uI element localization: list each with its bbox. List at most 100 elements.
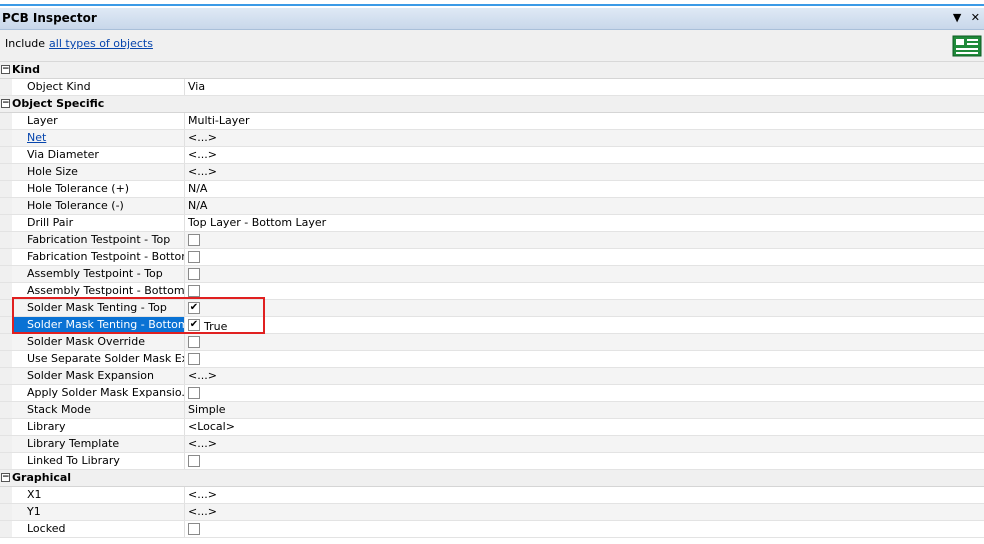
panel-controls: ▼ ✕ (947, 11, 980, 24)
property-name: Object Kind (27, 80, 91, 93)
checkbox[interactable] (188, 251, 200, 263)
property-row-drill-pair[interactable]: Drill Pair Top Layer - Bottom Layer (0, 215, 984, 232)
property-row-object-kind[interactable]: Object Kind Via (0, 79, 984, 96)
property-name: Stack Mode (27, 403, 91, 416)
checkbox[interactable] (188, 353, 200, 365)
property-row-library-template[interactable]: Library Template <...> (0, 436, 984, 453)
row-gutter (0, 385, 12, 401)
property-row-fab-testpoint-top[interactable]: Fabrication Testpoint - Top (0, 232, 984, 249)
property-name: Assembly Testpoint - Bottom (27, 284, 184, 297)
row-gutter (0, 317, 12, 333)
property-row-asm-testpoint-bottom[interactable]: Assembly Testpoint - Bottom (0, 283, 984, 300)
row-gutter (0, 436, 12, 452)
property-name: Solder Mask Override (27, 335, 145, 348)
property-value[interactable]: <Local> (188, 420, 235, 433)
row-gutter (0, 419, 12, 435)
property-row-apply-solder-mask-expansion[interactable]: Apply Solder Mask Expansio... (0, 385, 984, 402)
panel-title: PCB Inspector (2, 11, 97, 25)
row-gutter (0, 249, 12, 265)
row-gutter (0, 521, 12, 537)
property-name: Hole Size (27, 165, 78, 178)
pin-menu-icon[interactable]: ▼ (953, 11, 961, 24)
row-gutter (0, 181, 12, 197)
checkbox-checked[interactable]: ✔ (188, 319, 200, 331)
property-name: Locked (27, 522, 66, 535)
row-gutter (0, 147, 12, 163)
property-value[interactable]: N/A (188, 182, 207, 195)
category-object-specific[interactable]: − Object Specific (0, 96, 984, 113)
category-label: Object Specific (12, 97, 105, 110)
net-link[interactable]: Net (27, 131, 184, 144)
checkbox[interactable] (188, 234, 200, 246)
property-value[interactable]: Multi-Layer (188, 114, 250, 127)
property-name: Y1 (27, 505, 41, 518)
property-value[interactable]: <...> (188, 165, 217, 178)
close-icon[interactable]: ✕ (971, 11, 980, 24)
property-row-via-diameter[interactable]: Via Diameter <...> (0, 147, 984, 164)
property-row-solder-mask-expansion[interactable]: Solder Mask Expansion <...> (0, 368, 984, 385)
property-value[interactable]: <...> (188, 505, 217, 518)
property-row-stack-mode[interactable]: Stack Mode Simple (0, 402, 984, 419)
property-row-library[interactable]: Library <Local> (0, 419, 984, 436)
column-divider (184, 113, 185, 129)
include-filter-bar: Include all types of objects (0, 30, 984, 62)
row-gutter (0, 130, 12, 146)
column-divider (184, 79, 185, 95)
row-gutter (0, 334, 12, 350)
checkbox-checked[interactable]: ✔ (188, 302, 200, 314)
property-row-y1[interactable]: Y1 <...> (0, 504, 984, 521)
collapse-icon[interactable]: − (1, 99, 10, 108)
property-name: Library (27, 420, 66, 433)
property-value[interactable]: <...> (188, 488, 217, 501)
category-graphical[interactable]: − Graphical (0, 470, 984, 487)
column-divider (184, 215, 185, 231)
property-value[interactable]: Top Layer - Bottom Layer (188, 216, 326, 229)
column-divider (184, 164, 185, 180)
column-divider (184, 334, 185, 350)
property-row-hole-tolerance-plus[interactable]: Hole Tolerance (+) N/A (0, 181, 984, 198)
row-gutter (0, 283, 12, 299)
property-value[interactable]: Simple (188, 403, 226, 416)
row-gutter (0, 266, 12, 282)
property-row-hole-tolerance-minus[interactable]: Hole Tolerance (-) N/A (0, 198, 984, 215)
column-divider (184, 402, 185, 418)
property-value[interactable]: <...> (188, 148, 217, 161)
column-divider (184, 419, 185, 435)
checkbox[interactable] (188, 336, 200, 348)
property-row-net[interactable]: Net <...> (0, 130, 984, 147)
checkbox[interactable] (188, 387, 200, 399)
property-value[interactable]: <...> (188, 437, 217, 450)
property-row-solder-mask-tenting-bottom[interactable]: Solder Mask Tenting - Bottom ✔ True (0, 317, 984, 334)
property-row-asm-testpoint-top[interactable]: Assembly Testpoint - Top (0, 266, 984, 283)
checkbox[interactable] (188, 268, 200, 280)
property-row-locked[interactable]: Locked (0, 521, 984, 538)
property-row-linked-to-library[interactable]: Linked To Library (0, 453, 984, 470)
property-value[interactable]: <...> (188, 131, 217, 144)
property-name: Fabrication Testpoint - Bottom (27, 250, 184, 263)
collapse-icon[interactable]: − (1, 473, 10, 482)
property-value[interactable]: Via (188, 80, 205, 93)
row-gutter (0, 368, 12, 384)
property-row-solder-mask-tenting-top[interactable]: Solder Mask Tenting - Top ✔ (0, 300, 984, 317)
value-text: True (204, 320, 228, 333)
row-gutter (0, 351, 12, 367)
checkbox[interactable] (188, 455, 200, 467)
property-row-x1[interactable]: X1 <...> (0, 487, 984, 504)
checkbox[interactable] (188, 285, 200, 297)
pcb-board-icon[interactable] (952, 35, 982, 57)
property-name: Use Separate Solder Mask Ex... (27, 352, 184, 365)
property-value[interactable]: <...> (188, 369, 217, 382)
include-filter-link[interactable]: all types of objects (49, 37, 153, 50)
property-value[interactable]: N/A (188, 199, 207, 212)
property-row-use-separate-solder-mask[interactable]: Use Separate Solder Mask Ex... (0, 351, 984, 368)
collapse-icon[interactable]: − (1, 65, 10, 74)
property-name: Solder Mask Expansion (27, 369, 155, 382)
property-row-fab-testpoint-bottom[interactable]: Fabrication Testpoint - Bottom (0, 249, 984, 266)
category-kind[interactable]: − Kind (0, 62, 984, 79)
checkbox[interactable] (188, 523, 200, 535)
row-gutter (0, 487, 12, 503)
property-row-solder-mask-override[interactable]: Solder Mask Override (0, 334, 984, 351)
property-row-layer[interactable]: Layer Multi-Layer (0, 113, 984, 130)
property-row-hole-size[interactable]: Hole Size <...> (0, 164, 984, 181)
property-name: Apply Solder Mask Expansio... (27, 386, 184, 399)
